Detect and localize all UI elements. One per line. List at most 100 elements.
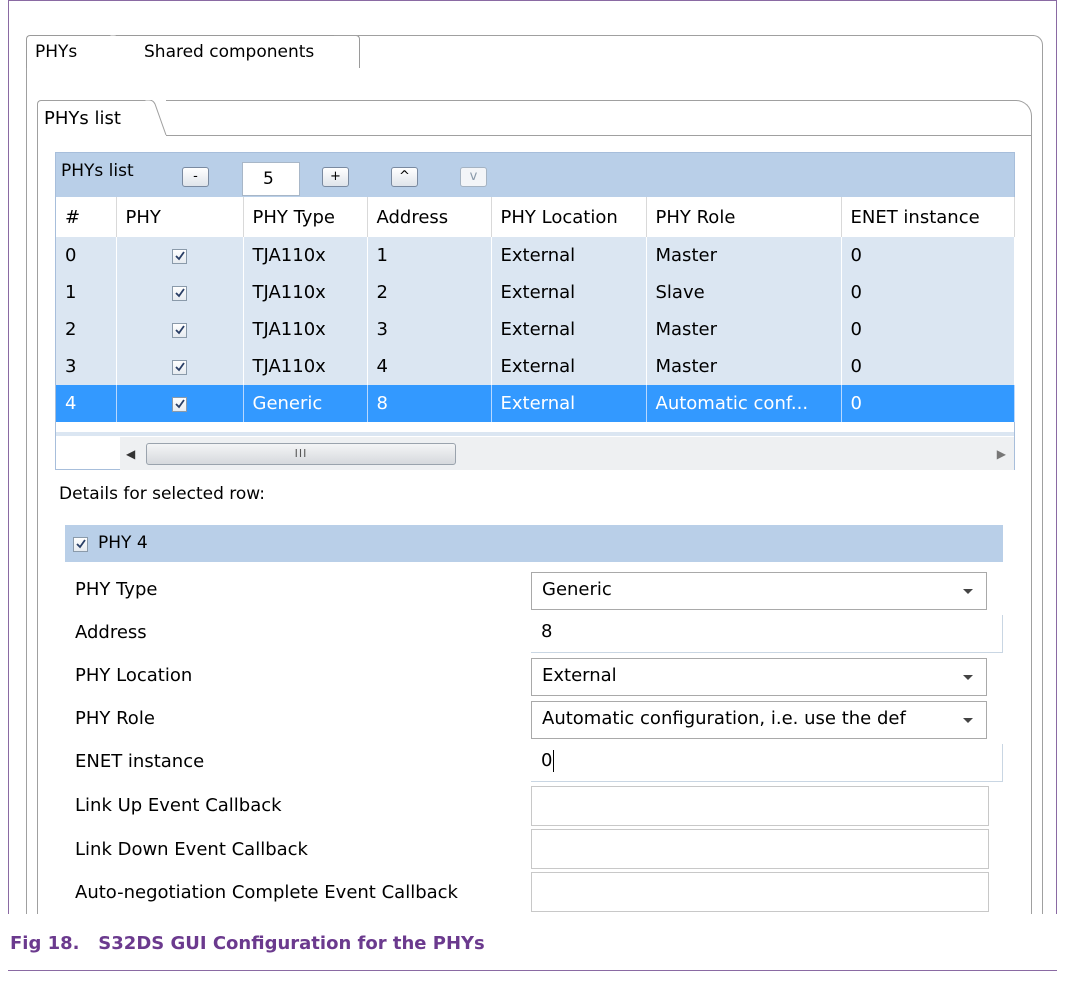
frame-right-border <box>1056 0 1057 914</box>
cell-phy-location: External <box>491 237 647 274</box>
phy-role-value: Automatic configuration, i.e. use the de… <box>542 708 906 729</box>
checkmark-icon <box>175 361 185 371</box>
inner-panel-corner <box>1010 100 1032 136</box>
enet-instance-field[interactable]: 0 <box>531 744 1003 782</box>
autoneg-callback-input[interactable] <box>531 872 989 912</box>
column-header-phy-role[interactable]: PHY Role <box>646 197 842 237</box>
cell-phy-type: Generic <box>243 385 368 422</box>
checkmark-icon <box>175 287 185 297</box>
inner-panel-right-edge <box>1031 135 1032 914</box>
cell-phy-type: TJA110x <box>243 348 368 385</box>
inner-panel-top-edge <box>166 100 1014 101</box>
phy-enabled-checkbox[interactable] <box>172 359 187 375</box>
phy-location-label: PHY Location <box>75 665 193 686</box>
move-down-button[interactable]: v <box>460 167 487 187</box>
cell-address: 4 <box>367 348 492 385</box>
outer-panel-right-edge <box>1042 68 1043 914</box>
cell-address: 2 <box>367 274 492 311</box>
cell-phy-role: Automatic conf... <box>646 385 842 422</box>
cell-phy-role: Master <box>646 237 842 274</box>
column-header-phy[interactable]: PHY <box>116 197 244 237</box>
cell-phy-role: Master <box>646 348 842 385</box>
phy-enabled-checkbox[interactable] <box>172 322 187 338</box>
cell-phy-location: External <box>491 348 647 385</box>
column-header-address[interactable]: Address <box>367 197 492 237</box>
cell-phy-type: TJA110x <box>243 311 368 348</box>
phy-location-select[interactable]: External <box>531 658 987 696</box>
autoneg-callback-label: Auto-negotiation Complete Event Callback <box>75 882 458 903</box>
phy-location-value: External <box>542 665 617 686</box>
details-label: Details for selected row: <box>59 484 266 504</box>
cell-address: 8 <box>367 385 492 422</box>
column-header-enet-instance[interactable]: ENET instance <box>841 197 1015 237</box>
tab-phys-list-edge <box>145 100 167 136</box>
cell-enet-instance: 0 <box>841 237 1015 274</box>
phy-type-label: PHY Type <box>75 579 158 600</box>
column-header-index[interactable]: # <box>56 197 117 237</box>
cell-index: 4 <box>56 385 117 422</box>
chevron-down-icon <box>963 589 973 594</box>
checkmark-icon <box>175 398 185 408</box>
scroll-left-arrow-icon[interactable]: ◀ <box>126 447 135 461</box>
phy-4-enabled-checkbox[interactable] <box>73 537 88 552</box>
table-row[interactable]: 1 TJA110x 2 External Slave 0 <box>56 274 1015 311</box>
caption-rule <box>8 970 1057 971</box>
phy-type-value: Generic <box>542 579 612 600</box>
table-row[interactable]: 2 TJA110x 3 External Master 0 <box>56 311 1015 348</box>
outer-panel-top-edge <box>334 35 1034 36</box>
phy-enabled-checkbox[interactable] <box>172 285 187 301</box>
enet-instance-value: 0 <box>541 750 553 771</box>
cell-enet-instance: 0 <box>841 274 1015 311</box>
tab-shared-components[interactable]: Shared components <box>116 35 360 68</box>
scroll-right-arrow-icon[interactable]: ▶ <box>997 447 1006 461</box>
details-title: PHY 4 <box>98 533 148 553</box>
link-up-callback-label: Link Up Event Callback <box>75 795 282 816</box>
column-header-phy-type[interactable]: PHY Type <box>243 197 368 237</box>
table-row[interactable]: 3 TJA110x 4 External Master 0 <box>56 348 1015 385</box>
remove-row-button[interactable]: - <box>182 167 209 187</box>
checkmark-icon <box>175 324 185 334</box>
table-header-row: # PHY PHY Type Address PHY Location PHY … <box>56 197 1015 237</box>
enet-instance-label: ENET instance <box>75 751 205 772</box>
move-up-button[interactable]: ^ <box>391 167 418 187</box>
link-up-callback-input[interactable] <box>531 786 989 826</box>
cell-address: 3 <box>367 311 492 348</box>
phy-role-label: PHY Role <box>75 708 155 729</box>
cell-enet-instance: 0 <box>841 348 1015 385</box>
cell-phy-location: External <box>491 385 647 422</box>
address-field[interactable]: 8 <box>531 615 1003 653</box>
cell-enet-instance: 0 <box>841 311 1015 348</box>
cell-phy-type: TJA110x <box>243 274 368 311</box>
cell-index: 2 <box>56 311 117 348</box>
table-row-selected[interactable]: 4 Generic 8 External Automatic conf... 0 <box>56 385 1015 422</box>
cell-phy-type: TJA110x <box>243 237 368 274</box>
add-row-button[interactable]: + <box>322 167 349 187</box>
figure-caption: Fig 18. S32DS GUI Configuration for the … <box>10 933 485 954</box>
phy-role-select[interactable]: Automatic configuration, i.e. use the de… <box>531 701 987 739</box>
details-panel: PHY 4 PHY Type Generic Address 8 PHY Loc… <box>65 525 1003 914</box>
cell-phy-location: External <box>491 311 647 348</box>
details-header: PHY 4 <box>65 525 1003 562</box>
scrollbar-thumb[interactable]: III <box>146 443 456 465</box>
phy-enabled-checkbox[interactable] <box>172 396 187 412</box>
chevron-down-icon <box>950 702 986 738</box>
phys-list-table-container: PHYs list - 5 + ^ v # PHY PHY Type Addre… <box>55 152 1015 470</box>
row-count-input[interactable]: 5 <box>242 162 300 196</box>
table-row[interactable]: 0 TJA110x 1 External Master 0 <box>56 237 1015 274</box>
cell-phy-location: External <box>491 274 647 311</box>
address-label: Address <box>75 622 147 643</box>
table-empty-row <box>56 432 1014 436</box>
phys-list-label: PHYs list <box>61 161 134 181</box>
outer-panel-corner <box>1030 35 1043 68</box>
phy-type-select[interactable]: Generic <box>531 572 987 610</box>
link-down-callback-input[interactable] <box>531 829 989 869</box>
tab-phys-list[interactable]: PHYs list <box>37 100 147 136</box>
phy-enabled-checkbox[interactable] <box>172 248 187 264</box>
horizontal-scrollbar[interactable]: ◀ III ▶ <box>120 437 1014 470</box>
cell-index: 0 <box>56 237 117 274</box>
cell-phy-role: Master <box>646 311 842 348</box>
tab-phys[interactable]: PHYs <box>26 35 112 68</box>
frame-top-border <box>8 0 1056 1</box>
inner-tab-underline <box>166 135 1032 136</box>
column-header-phy-location[interactable]: PHY Location <box>491 197 647 237</box>
